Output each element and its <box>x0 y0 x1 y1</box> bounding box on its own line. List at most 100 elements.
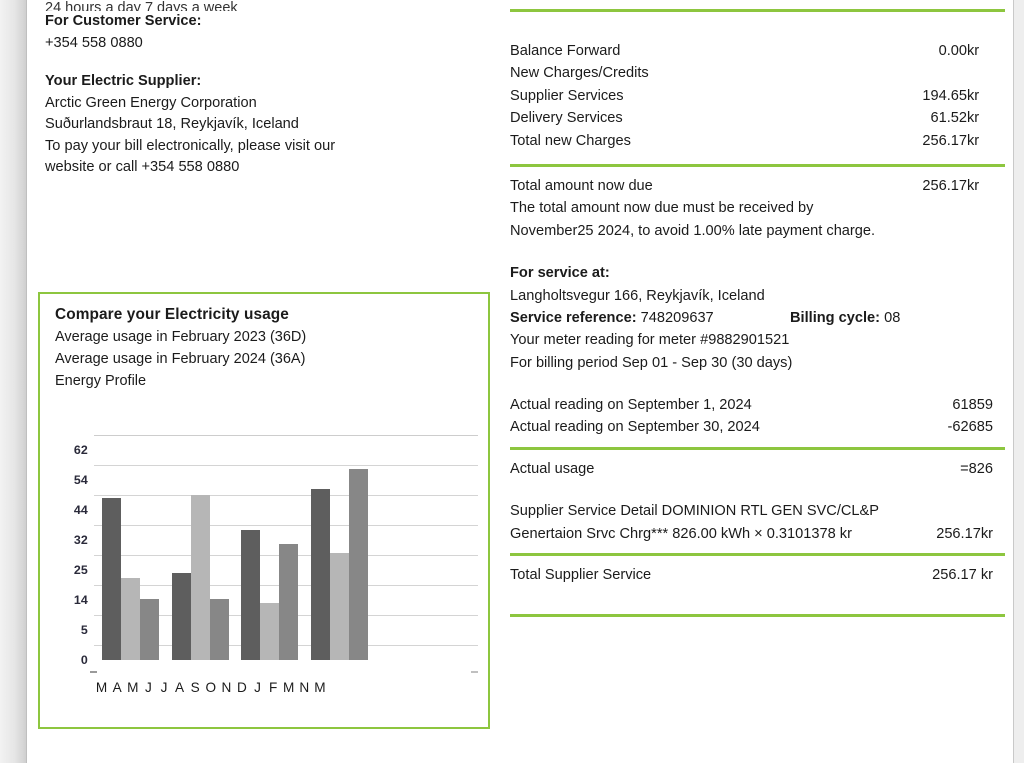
y-axis-tick-label: 62 <box>73 443 88 457</box>
actual-usage-value: =826 <box>960 460 993 477</box>
chart-subtitle-1: Average usage in February 2023 (36D) <box>55 329 307 345</box>
chart-subtitle-2: Average usage in February 2024 (36A) <box>55 351 306 367</box>
total-amount-due-unit: kr <box>967 177 980 194</box>
billing-cycle-value: 08 <box>884 309 901 326</box>
total-supplier-service-row: Total Supplier Service 256.17 kr <box>510 564 1005 586</box>
supplier-detail-heading: Supplier Service Detail DOMINION RTL GEN… <box>510 503 880 520</box>
chart-bar <box>140 599 159 660</box>
total-supplier-service-label: Total Supplier Service <box>510 567 652 584</box>
due-note-line-1: The total amount now due must be receive… <box>510 197 1005 219</box>
total-supplier-service-value: 256.17 kr <box>932 567 993 584</box>
x-axis-tick-label: N <box>299 680 310 695</box>
billing-period-text: For billing period Sep 01 - Sep 30 (30 d… <box>510 354 793 371</box>
chart-bar <box>349 469 368 660</box>
generation-charge-row: Genertaion Srvc Chrg*** 826.00 kWh × 0.3… <box>510 523 1005 545</box>
billing-cycle-group: Billing cycle: 08 <box>790 307 900 329</box>
summary-row-value: 256.17 <box>922 132 967 149</box>
x-axis-tick-label: M <box>95 680 108 695</box>
total-amount-due-label: Total amount now due <box>510 177 653 194</box>
generation-charge-value: 256.17kr <box>936 525 993 542</box>
meter-reading-value: -62685 <box>947 419 993 436</box>
x-axis-tick-label: J <box>254 680 262 695</box>
electricity-usage-chart-card: Compare your Electricity usage Average u… <box>38 292 490 729</box>
x-axis-tick-label: J <box>144 680 153 695</box>
left-column: 24 hours a day 7 days a week For Custome… <box>45 0 475 179</box>
meter-reading-label: Actual reading on September 30, 2024 <box>510 419 760 436</box>
meter-readings-table: Actual reading on September 1, 2024 61859… <box>510 394 1005 439</box>
x-axis-tick-label: A <box>175 680 185 695</box>
service-reference-row: Service reference: 748209637 Billing cyc… <box>510 307 1005 329</box>
chart-y-axis-labels: 62 54 44 32 25 14 5 0 <box>58 432 88 670</box>
divider-green-bottom <box>510 614 1005 618</box>
summary-row-label: Total new Charges <box>510 132 631 149</box>
meter-reading-row: Your meter reading for meter #9882901521 <box>510 329 1005 351</box>
chart-bar <box>241 530 260 660</box>
service-reference-group: Service reference: 748209637 <box>510 307 714 329</box>
service-address: Langholtsvegur 166, Reykjavík, Iceland <box>510 287 765 304</box>
service-reference-value: 748209637 <box>640 309 714 326</box>
chart-title: Compare your Electricity usage <box>55 306 289 323</box>
total-amount-due-value: 256.17 <box>922 177 967 194</box>
meter-reading-entry: Actual reading on September 30, 2024 -626… <box>510 416 1005 438</box>
billing-period-row: For billing period Sep 01 - Sep 30 (30 d… <box>510 352 1005 374</box>
chart-bar <box>191 495 210 660</box>
x-axis-tick-label: D <box>237 680 248 695</box>
supplier-name: Arctic Green Energy Corporation <box>45 94 257 111</box>
summary-row: Delivery Services 61.52 kr <box>510 107 1005 129</box>
summary-row-label: Delivery Services <box>510 110 623 127</box>
supplier-detail-heading-row: Supplier Service Detail DOMINION RTL GEN… <box>510 500 1005 522</box>
y-axis-tick-label: 5 <box>80 623 88 637</box>
chart-grid <box>90 432 478 673</box>
x-axis-tick-label: J <box>160 680 168 695</box>
axis-tick-left <box>90 671 97 673</box>
summary-row-value: 194.65 <box>922 87 967 104</box>
summary-row-value: 61.52 <box>930 110 967 127</box>
chart-bar <box>121 578 140 660</box>
x-axis-tick-label: S <box>190 680 201 695</box>
pay-instruction-line-2: website or call +354 558 0880 <box>45 159 240 175</box>
x-axis-tick-label: A <box>112 680 123 695</box>
meter-reading-value: 61859 <box>952 397 993 414</box>
total-amount-due-row: Total amount now due 256.17 kr <box>510 175 1005 197</box>
meter-reading-text: Your meter reading for meter #9882901521 <box>510 332 790 349</box>
summary-row: Supplier Services 194.65 kr <box>510 85 1005 107</box>
axis-tick-right <box>471 671 478 673</box>
clipped-top-line: 24 hours a day 7 days a week <box>45 0 238 11</box>
for-service-at-heading: For service at: <box>510 265 610 282</box>
y-axis-tick-label: 14 <box>73 593 88 607</box>
page-left-edge-shadow <box>0 0 26 763</box>
summary-row: Balance Forward 0.00 kr <box>510 40 1005 62</box>
summary-row-label: New Charges/Credits <box>510 65 649 82</box>
y-axis-tick-label: 32 <box>73 533 88 547</box>
chart-bar <box>102 498 121 660</box>
y-axis-tick-label: 0 <box>80 653 88 667</box>
pay-instruction-line-1: To pay your bill electronically, please … <box>45 137 336 154</box>
chart-bar <box>210 599 229 660</box>
summary-row-label: Supplier Services <box>510 87 624 104</box>
y-axis-tick-label: 44 <box>73 503 88 517</box>
page-left-edge-line <box>26 0 27 763</box>
summary-row: New Charges/Credits <box>510 62 1005 84</box>
y-axis-tick-label: 54 <box>73 473 88 487</box>
page-right-edge-shadow <box>1014 0 1024 763</box>
meter-reading-entry: Actual reading on September 1, 2024 61859 <box>510 394 1005 416</box>
usage-bar-chart: 62 54 44 32 25 14 5 0 <box>58 432 478 673</box>
summary-row-value: 0.00 <box>938 43 967 59</box>
summary-row: Total new Charges 256.17 kr <box>510 130 1005 152</box>
chart-bars <box>94 432 478 670</box>
charges-summary-table: Balance Forward 0.00 kr New Charges/Credits… <box>510 40 1005 152</box>
x-axis-tick-label: N <box>221 680 232 695</box>
service-reference-label: Service reference: <box>510 309 637 326</box>
x-axis-tick-label: F <box>268 680 278 695</box>
x-axis-tick-label: M <box>314 680 326 695</box>
actual-usage-row: Actual usage =826 <box>510 458 1005 480</box>
meter-reading-label: Actual reading on September 1, 2024 <box>510 397 752 414</box>
customer-service-heading: For Customer Service: <box>45 13 202 29</box>
chart-bar <box>260 603 279 660</box>
chart-x-axis-labels: MAMJJASONDJFMNM <box>94 680 494 695</box>
for-service-at-heading-row: For service at: <box>510 262 1005 284</box>
summary-row-unit: kr <box>967 110 980 127</box>
y-axis-tick-label: 25 <box>73 563 88 577</box>
chart-bar <box>330 553 349 660</box>
